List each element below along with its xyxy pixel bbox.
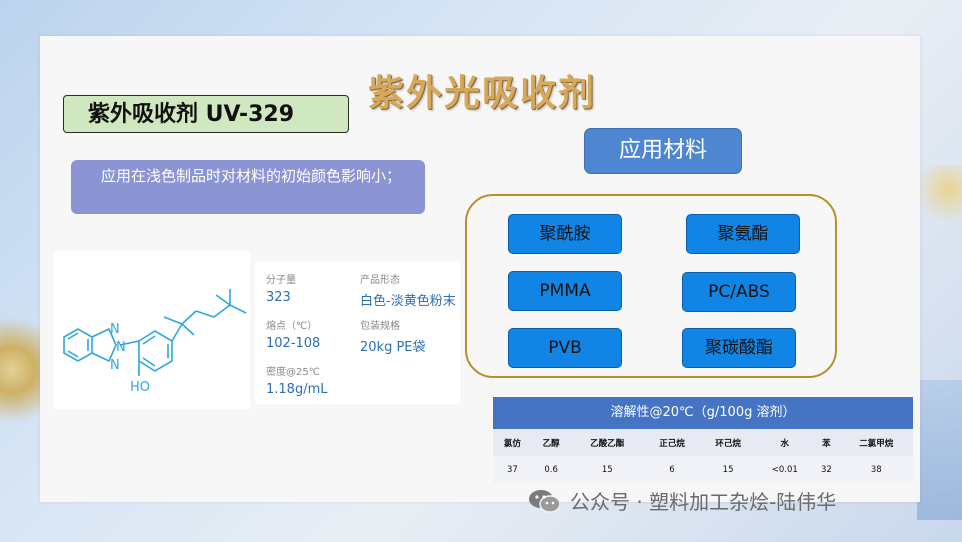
prop-value-form: 白色-淡黄色粉末 (360, 294, 456, 309)
structure-diagram: N N N HO (63, 289, 247, 395)
table-cell: 6 (643, 456, 701, 483)
prop-value-density: 1.18g/mL (266, 382, 328, 397)
table-row: 37 0.6 15 6 15 <0.01 32 38 (493, 456, 913, 483)
atom-n1: N (110, 322, 120, 337)
prop-value-mp: 102-108 (266, 336, 321, 351)
slide-title: 紫外光吸收剂 (368, 73, 597, 114)
wechat-icon (529, 489, 561, 513)
application-note: 应用在浅色制品时对材料的初始颜色影响小； (71, 160, 425, 214)
property-card: 分子量 323 产品形态 白色-淡黄色粉末 熔点（℃） 102-108 包装规格… (255, 261, 460, 404)
material-pvb: PVB (508, 328, 622, 368)
table-header-cell: 二氯甲烷 (839, 429, 913, 456)
table-cell: 37 (493, 456, 532, 483)
blue-decoration-right (917, 380, 962, 520)
table-header-cell: 乙醇 (531, 429, 571, 456)
prop-label-form: 产品形态 (360, 275, 400, 286)
prop-value-mw: 323 (266, 290, 291, 305)
table-cell: <0.01 (756, 456, 814, 483)
table-header-cell: 乙酸乙酯 (570, 429, 644, 456)
solubility-table: 溶解性@20℃（g/100g 溶剂） 氯仿 乙醇 乙酸乙酯 正己烷 环己烷 水 … (493, 397, 913, 483)
solubility-title: 溶解性@20℃（g/100g 溶剂） (493, 397, 913, 429)
table-header-cell: 水 (756, 429, 814, 456)
material-pmma: PMMA (508, 271, 622, 311)
prop-label-mw: 分子量 (266, 275, 296, 286)
slide-panel: 紫外光吸收剂 紫外吸收剂 UV-329 应用在浅色制品时对材料的初始颜色影响小； (40, 36, 920, 502)
prop-label-mp: 熔点（℃） (266, 321, 318, 332)
atom-oh: HO (130, 380, 150, 395)
material-polyamide: 聚酰胺 (508, 214, 622, 254)
product-name-box: 紫外吸收剂 UV-329 (63, 95, 349, 133)
gold-decoration-left (0, 300, 40, 440)
table-cell: 15 (700, 456, 757, 483)
table-cell: 0.6 (531, 456, 571, 483)
watermark-text: 公众号 · 塑料加工杂烩-陆伟华 (570, 490, 837, 514)
table-header-row: 氯仿 乙醇 乙酸乙酯 正己烷 环己烷 水 苯 二氯甲烷 (493, 429, 913, 456)
prop-label-pack: 包装规格 (360, 321, 400, 332)
prop-value-pack: 20kg PE袋 (360, 340, 426, 355)
prop-label-density: 密度@25℃ (266, 367, 320, 378)
atom-n2: N (116, 340, 126, 355)
material-polyurethane: 聚氨酯 (686, 214, 800, 254)
table-header-cell: 苯 (813, 429, 840, 456)
applications-heading: 应用材料 (584, 128, 742, 174)
table-header-cell: 氯仿 (493, 429, 532, 456)
material-polycarbonate: 聚碳酸酯 (682, 328, 796, 368)
table-cell: 38 (839, 456, 913, 483)
table-header-cell: 环己烷 (700, 429, 757, 456)
watermark: 公众号 · 塑料加工杂烩-陆伟华 (528, 486, 836, 515)
table-cell: 32 (813, 456, 840, 483)
table-header-cell: 正己烷 (643, 429, 701, 456)
table-cell: 15 (570, 456, 644, 483)
gold-decoration-right (917, 165, 962, 225)
molecular-structure: N N N HO (54, 251, 250, 409)
atom-n3: N (110, 358, 120, 373)
material-pc-abs: PC/ABS (682, 272, 796, 312)
